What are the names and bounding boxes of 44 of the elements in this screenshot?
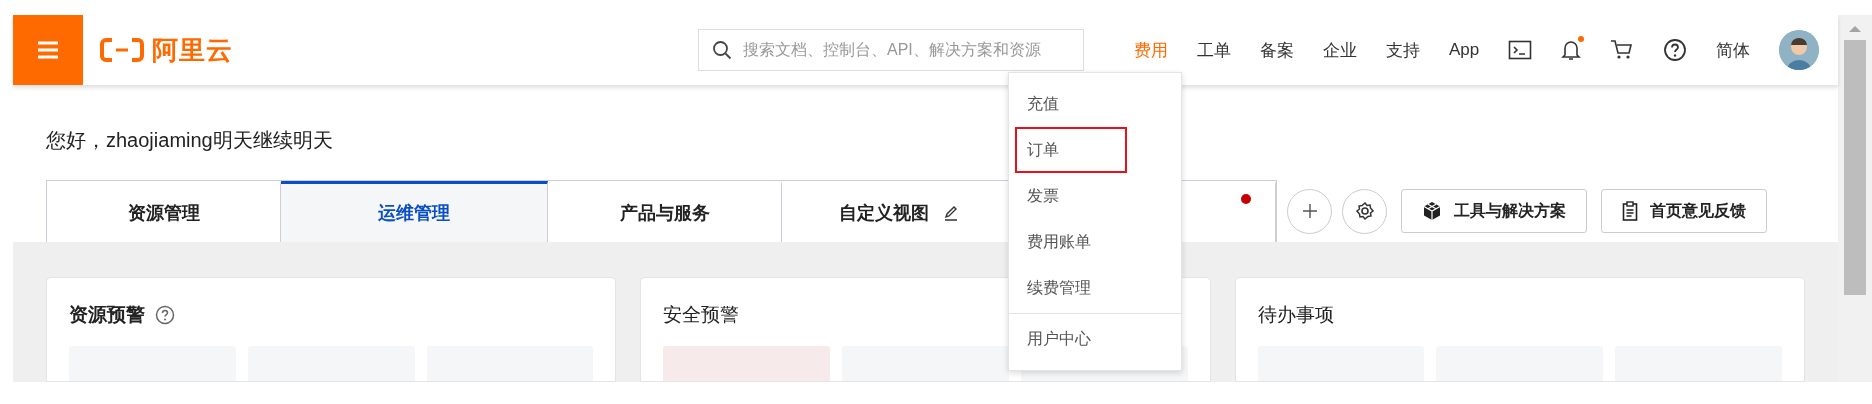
cart-icon[interactable]: [1610, 39, 1635, 61]
greeting-text: 您好，zhaojiaming明天继续明天: [46, 128, 333, 153]
help-icon[interactable]: [155, 305, 175, 325]
menu-icon: [36, 40, 60, 60]
terminal-icon[interactable]: [1508, 39, 1533, 61]
language-link[interactable]: 简体: [1716, 38, 1751, 62]
nav-link[interactable]: 支持: [1386, 38, 1420, 62]
edit-icon[interactable]: [942, 205, 959, 221]
card-title: 资源预警: [69, 303, 145, 327]
tab[interactable]: 运维管理: [281, 181, 548, 242]
help-icon[interactable]: [1663, 38, 1688, 62]
card-title: 待办事项: [1257, 303, 1334, 327]
feedback-button[interactable]: 首页意见反馈: [1601, 189, 1767, 233]
stat-tile[interactable]: [1615, 346, 1782, 381]
menu-item[interactable]: 用户中心: [1009, 316, 1181, 362]
add-button[interactable]: [1287, 188, 1332, 234]
nav-link[interactable]: 备案: [1260, 38, 1294, 62]
menu-button[interactable]: [13, 15, 83, 85]
nav-link[interactable]: 工单: [1197, 38, 1231, 62]
menu-item[interactable]: 续费管理: [1009, 265, 1181, 311]
bell-icon[interactable]: [1561, 38, 1582, 62]
stat-tile[interactable]: [1257, 346, 1425, 381]
settings-button[interactable]: [1342, 188, 1387, 234]
stat-tile[interactable]: [69, 346, 236, 381]
stat-tile[interactable]: [426, 346, 594, 381]
search-field[interactable]: 搜索文档、控制台、API、解决方案和资源: [698, 29, 1084, 71]
card-title: 安全预警: [663, 303, 740, 327]
plus-icon: [1300, 202, 1319, 220]
menu-item[interactable]: 订单: [1015, 127, 1127, 173]
stat-tile[interactable]: [1436, 346, 1604, 381]
cube-icon: [1422, 201, 1442, 221]
nav-link[interactable]: App: [1449, 40, 1480, 60]
search-icon: [712, 40, 732, 60]
scrollbar[interactable]: [1838, 15, 1872, 382]
clipboard-icon: [1622, 201, 1638, 221]
menu-item[interactable]: 充值: [1009, 81, 1181, 127]
nav-link[interactable]: 企业: [1323, 38, 1357, 62]
avatar-icon[interactable]: [1779, 30, 1820, 70]
tools-button[interactable]: 工具与解决方案: [1401, 189, 1587, 233]
logo-icon: [100, 38, 144, 62]
stat-tile[interactable]: [247, 346, 415, 381]
settings-icon: [1354, 201, 1375, 221]
stat-tile[interactable]: [842, 346, 1009, 381]
stat-tile[interactable]: [663, 346, 831, 381]
